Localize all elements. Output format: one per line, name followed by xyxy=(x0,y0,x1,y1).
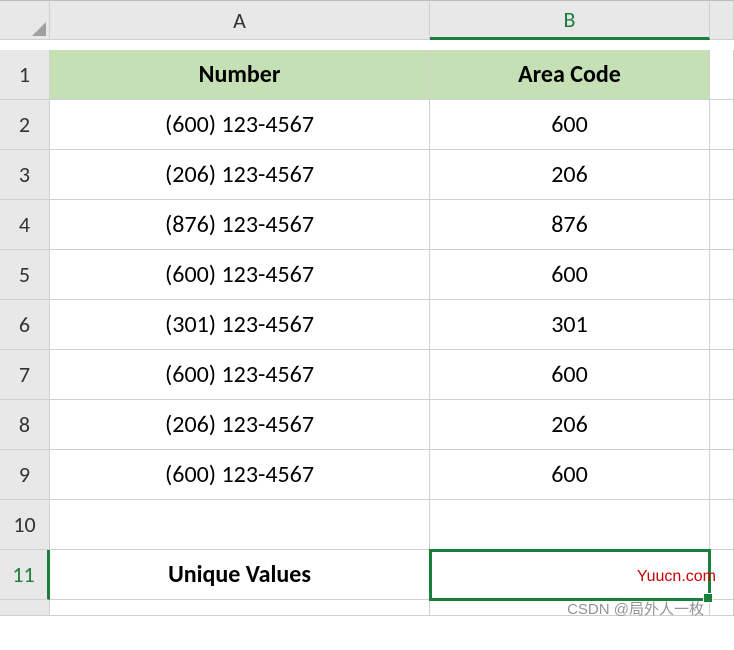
cell-B1[interactable]: Area Code xyxy=(430,50,710,100)
cell-A9[interactable]: (600) 123-4567 xyxy=(50,450,430,500)
cell-B9[interactable]: 600 xyxy=(430,450,710,500)
row-header-6[interactable]: 6 xyxy=(0,300,50,350)
cell-B5[interactable]: 600 xyxy=(430,250,710,300)
cell-C7[interactable] xyxy=(710,350,734,400)
cell-A7[interactable]: (600) 123-4567 xyxy=(50,350,430,400)
row-header-4[interactable]: 4 xyxy=(0,200,50,250)
cell-C1[interactable] xyxy=(710,50,734,100)
cell-B8[interactable]: 206 xyxy=(430,400,710,450)
cell-C12[interactable] xyxy=(710,600,734,616)
cell-A10[interactable] xyxy=(50,500,430,550)
cell-C9[interactable] xyxy=(710,450,734,500)
cell-A2[interactable]: (600) 123-4567 xyxy=(50,100,430,150)
cell-B3[interactable]: 206 xyxy=(430,150,710,200)
cell-A6[interactable]: (301) 123-4567 xyxy=(50,300,430,350)
row-header-8[interactable]: 8 xyxy=(0,400,50,450)
col-header-A[interactable]: A xyxy=(50,0,430,40)
row-header-2[interactable]: 2 xyxy=(0,100,50,150)
cell-A3[interactable]: (206) 123-4567 xyxy=(50,150,430,200)
cell-C5[interactable] xyxy=(710,250,734,300)
cell-A5[interactable]: (600) 123-4567 xyxy=(50,250,430,300)
watermark-author: CSDN @局外人一枚 xyxy=(567,598,704,619)
col-header-B[interactable]: B xyxy=(430,0,710,40)
cell-C4[interactable] xyxy=(710,200,734,250)
cell-C2[interactable] xyxy=(710,100,734,150)
row-header-12[interactable] xyxy=(0,600,50,616)
col-header-C[interactable] xyxy=(710,0,734,40)
cell-A1[interactable]: Number xyxy=(50,50,430,100)
cell-B10[interactable] xyxy=(430,500,710,550)
spreadsheet-grid: A B 1 Number Area Code 2 (600) 123-4567 … xyxy=(0,0,734,650)
cell-C3[interactable] xyxy=(710,150,734,200)
cell-A12[interactable] xyxy=(50,600,430,616)
row-header-3[interactable]: 3 xyxy=(0,150,50,200)
cell-B7[interactable]: 600 xyxy=(430,350,710,400)
cell-A4[interactable]: (876) 123-4567 xyxy=(50,200,430,250)
cell-C8[interactable] xyxy=(710,400,734,450)
row-header-5[interactable]: 5 xyxy=(0,250,50,300)
cell-B2[interactable]: 600 xyxy=(430,100,710,150)
select-all-corner[interactable] xyxy=(0,0,50,40)
row-header-9[interactable]: 9 xyxy=(0,450,50,500)
row-header-7[interactable]: 7 xyxy=(0,350,50,400)
cell-B4[interactable]: 876 xyxy=(430,200,710,250)
cell-C6[interactable] xyxy=(710,300,734,350)
row-header-10[interactable]: 10 xyxy=(0,500,50,550)
watermark-site: Yuucn.com xyxy=(637,568,716,586)
cell-A11[interactable]: Unique Values xyxy=(50,550,430,600)
row-header-11[interactable]: 11 xyxy=(0,550,50,600)
cell-A8[interactable]: (206) 123-4567 xyxy=(50,400,430,450)
row-header-1[interactable]: 1 xyxy=(0,50,50,100)
cell-C10[interactable] xyxy=(710,500,734,550)
cell-B6[interactable]: 301 xyxy=(430,300,710,350)
